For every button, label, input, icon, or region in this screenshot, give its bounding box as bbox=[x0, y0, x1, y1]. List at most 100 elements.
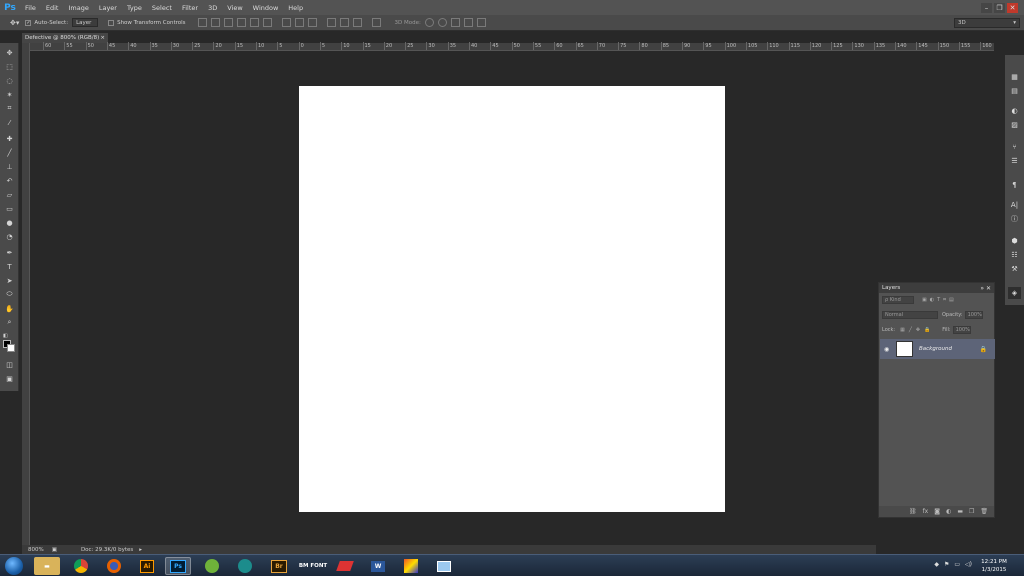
taskbar-app-10[interactable] bbox=[332, 557, 358, 575]
screen-mode-icon[interactable]: ▣ bbox=[3, 373, 16, 384]
brush-icon[interactable]: ╱ bbox=[3, 147, 16, 158]
shape-icon[interactable]: ⬭ bbox=[3, 289, 16, 300]
clock[interactable]: 12:21 PM 1/3/2015 bbox=[976, 558, 1012, 574]
layer-mask-icon[interactable]: ◙ bbox=[934, 508, 940, 515]
align-vcenter-icon[interactable] bbox=[210, 18, 220, 27]
dodge-icon[interactable]: ◔ bbox=[3, 231, 16, 242]
path-selection-icon[interactable]: ➤ bbox=[3, 275, 16, 286]
properties-panel-icon[interactable]: ☷ bbox=[1008, 249, 1021, 261]
align-hcenter-icon[interactable] bbox=[249, 18, 259, 27]
layer-thumbnail[interactable] bbox=[896, 341, 913, 357]
blend-mode-dropdown[interactable]: Normal bbox=[882, 310, 938, 319]
gradient-icon[interactable]: ▭ bbox=[3, 203, 16, 214]
pen-icon[interactable]: ✒ bbox=[3, 247, 16, 258]
document-canvas[interactable] bbox=[299, 86, 725, 512]
3d-scale-icon[interactable] bbox=[476, 18, 486, 27]
close-button[interactable]: ✕ bbox=[1007, 2, 1018, 13]
taskbar-app-6[interactable] bbox=[199, 557, 225, 575]
3d-orbit-icon[interactable] bbox=[424, 18, 434, 27]
ruler-top[interactable]: 60 55 50 45 40 35 30 25 20 15 10 5 0 5 10 15 20 25 30 35 40 4… bbox=[30, 42, 994, 51]
fill-field[interactable]: 100% bbox=[952, 325, 971, 334]
clone-stamp-icon[interactable]: ⊥ bbox=[3, 161, 16, 172]
distribute-vcenter-icon[interactable] bbox=[294, 18, 304, 27]
layers-tab[interactable]: Layers bbox=[882, 285, 900, 291]
taskbar-bmfont[interactable]: BM FONT bbox=[298, 557, 328, 575]
layer-style-icon[interactable]: fx bbox=[923, 508, 929, 515]
status-arrow-icon[interactable]: ▸ bbox=[139, 547, 142, 553]
opacity-field[interactable]: 100% bbox=[964, 310, 983, 319]
restore-button[interactable]: ❐ bbox=[994, 2, 1005, 13]
eye-icon[interactable]: ◉ bbox=[884, 346, 889, 353]
crop-icon[interactable]: ⌗ bbox=[3, 103, 16, 114]
auto-select-dropdown[interactable]: Layer bbox=[72, 18, 99, 27]
menu-image[interactable]: Image bbox=[63, 4, 93, 12]
taskbar-photoshop[interactable]: Ps bbox=[165, 557, 191, 575]
blur-icon[interactable]: ● bbox=[3, 217, 16, 228]
taskbar-app-7[interactable] bbox=[232, 557, 258, 575]
lock-icons[interactable]: ▦╱✥🔒 bbox=[900, 327, 934, 333]
new-layer-icon[interactable]: ❐ bbox=[969, 508, 974, 515]
eyedropper-icon[interactable]: ⁄ bbox=[3, 117, 16, 128]
menu-select[interactable]: Select bbox=[147, 4, 177, 12]
swatches-panel-icon[interactable]: ▤ bbox=[1008, 85, 1021, 97]
menu-layer[interactable]: Layer bbox=[94, 4, 122, 12]
3d-roll-icon[interactable] bbox=[437, 18, 447, 27]
tray-flag-icon[interactable]: ⚑ bbox=[944, 561, 949, 568]
timeline-panel-icon[interactable]: ⚒ bbox=[1008, 263, 1021, 275]
menu-window[interactable]: Window bbox=[248, 4, 284, 12]
eraser-icon[interactable]: ▱ bbox=[3, 189, 16, 200]
tray-app-icon[interactable]: ◆ bbox=[934, 561, 939, 568]
hand-icon[interactable]: ✋ bbox=[3, 303, 16, 314]
taskbar-chrome[interactable] bbox=[68, 557, 94, 575]
marquee-icon[interactable]: ⬚ bbox=[3, 61, 16, 72]
delete-layer-icon[interactable]: 🗑 bbox=[980, 508, 988, 515]
taskbar-bridge[interactable]: Br bbox=[266, 557, 292, 575]
layer-row[interactable]: ◉ Background 🔒 bbox=[880, 339, 995, 359]
menu-edit[interactable]: Edit bbox=[41, 4, 64, 12]
taskbar-firefox[interactable] bbox=[101, 557, 127, 575]
volume-icon[interactable]: ◁) bbox=[965, 561, 972, 568]
link-layers-icon[interactable]: ⛓ bbox=[909, 508, 917, 515]
kind-filter-dropdown[interactable]: ρ Kind bbox=[882, 295, 914, 304]
tray-display-icon[interactable]: ▭ bbox=[954, 561, 960, 568]
new-group-icon[interactable]: ▬ bbox=[957, 508, 963, 515]
lasso-icon[interactable]: ◌ bbox=[3, 75, 16, 86]
close-tab-icon[interactable]: × bbox=[100, 35, 105, 41]
layer-name[interactable]: Background bbox=[919, 346, 952, 352]
history-brush-icon[interactable]: ↶ bbox=[3, 175, 16, 186]
zoom-icon[interactable]: ⌕ bbox=[3, 317, 16, 328]
adjustment-layer-icon[interactable]: ◐ bbox=[946, 508, 951, 515]
auto-align-icon[interactable] bbox=[371, 18, 381, 27]
move-icon[interactable]: ✥ bbox=[3, 47, 16, 58]
type-icon[interactable]: T bbox=[3, 261, 16, 272]
taskbar-word[interactable]: W bbox=[365, 557, 391, 575]
taskbar-explorer[interactable]: ▬ bbox=[34, 557, 60, 575]
menu-type[interactable]: Type bbox=[122, 4, 147, 12]
brush-presets-icon[interactable]: ☰ bbox=[1008, 155, 1021, 167]
distribute-top-icon[interactable] bbox=[281, 18, 291, 27]
distribute-hcenter-icon[interactable] bbox=[339, 18, 349, 27]
zoom-level[interactable]: 800% bbox=[28, 547, 44, 553]
start-button[interactable] bbox=[5, 557, 23, 575]
3d-panel-icon[interactable]: ⬢ bbox=[1008, 235, 1021, 247]
minimize-button[interactable]: – bbox=[981, 2, 992, 13]
3d-pan-icon[interactable] bbox=[450, 18, 460, 27]
align-right-icon[interactable] bbox=[262, 18, 272, 27]
paragraph-panel-icon[interactable]: ¶ bbox=[1008, 179, 1021, 191]
align-bottom-icon[interactable] bbox=[223, 18, 233, 27]
workspace-dropdown[interactable]: 3D ▾ bbox=[954, 18, 1020, 28]
magic-wand-icon[interactable]: ✶ bbox=[3, 89, 16, 100]
distribute-bottom-icon[interactable] bbox=[307, 18, 317, 27]
info-panel-icon[interactable]: ⓘ bbox=[1008, 213, 1021, 225]
menu-file[interactable]: File bbox=[20, 4, 41, 12]
menu-view[interactable]: View bbox=[222, 4, 247, 12]
taskbar-app-13[interactable] bbox=[431, 557, 457, 575]
filter-icons[interactable]: ▣◐T⌗▤ bbox=[922, 297, 957, 303]
ruler-left[interactable] bbox=[22, 43, 30, 545]
menu-filter[interactable]: Filter bbox=[177, 4, 203, 12]
menu-3d[interactable]: 3D bbox=[203, 4, 222, 12]
color-panel-icon[interactable]: ▦ bbox=[1008, 71, 1021, 83]
brush-panel-icon[interactable]: ⑂ bbox=[1008, 141, 1021, 153]
transform-controls-checkbox[interactable] bbox=[108, 19, 115, 26]
styles-panel-icon[interactable]: ▨ bbox=[1008, 119, 1021, 131]
